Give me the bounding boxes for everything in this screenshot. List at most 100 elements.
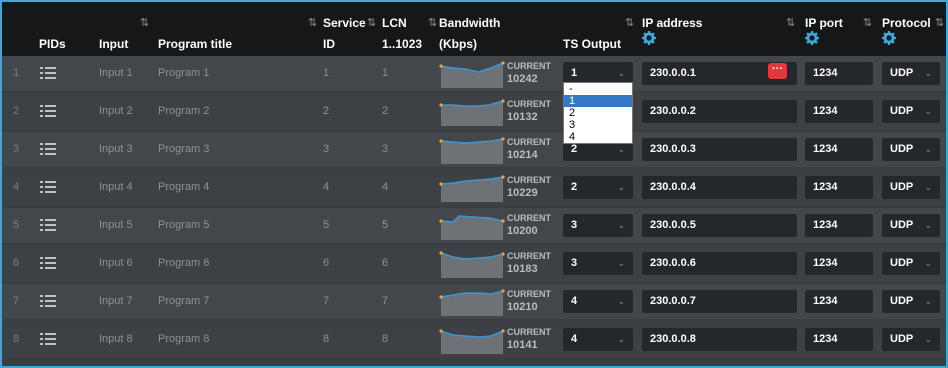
ip-address-value: 230.0.0.1 <box>650 67 696 79</box>
lcn-value[interactable]: 8 <box>382 322 388 357</box>
dropdown-option[interactable]: - <box>564 83 632 95</box>
col-ip-address[interactable]: IP address ⇅ <box>642 2 800 56</box>
ip-port-field[interactable]: 1234 <box>805 214 873 237</box>
ip-port-field[interactable]: 1234 <box>805 176 873 199</box>
ip-port-field[interactable]: 1234 <box>805 100 873 123</box>
ip-address-field[interactable]: 230.0.0.8 <box>642 328 797 351</box>
ts-output-select[interactable]: 2 ⌄ <box>563 176 633 199</box>
gear-icon[interactable] <box>805 31 819 45</box>
col-lcn[interactable]: LCN ⇅ 1..1023 <box>382 2 437 56</box>
ts-output-value: 4 <box>571 333 578 345</box>
list-icon[interactable] <box>40 333 56 345</box>
lcn-value[interactable]: 6 <box>382 246 388 281</box>
program-title[interactable]: Program 4 <box>158 170 209 205</box>
col-service-id[interactable]: Service ⇅ ID <box>323 2 376 56</box>
bandwidth-value: 10141 <box>507 339 538 351</box>
program-title[interactable]: Program 1 <box>158 56 209 91</box>
lcn-value[interactable]: 5 <box>382 208 388 243</box>
col-service-id-label: Service <box>323 16 366 30</box>
table-row: 7 Input 7 Program 7 7 7 CURRENT 10210 4 … <box>2 284 946 319</box>
service-id[interactable]: 5 <box>323 208 329 243</box>
service-id[interactable]: 8 <box>323 322 329 357</box>
col-ip-port[interactable]: IP port ⇅ <box>805 2 873 56</box>
protocol-select[interactable]: UDP ⌄ <box>882 176 940 199</box>
ip-address-field[interactable]: 230.0.0.4 <box>642 176 797 199</box>
service-id[interactable]: 2 <box>323 94 329 129</box>
list-icon[interactable] <box>40 105 56 117</box>
protocol-select[interactable]: UDP ⌄ <box>882 290 940 313</box>
ts-output-select[interactable]: 4 ⌄ <box>563 290 633 313</box>
row-index: 7 <box>13 295 20 307</box>
col-ts-output[interactable]: ⇅ TS Output <box>563 2 635 56</box>
sort-icon[interactable]: ⇅ <box>140 16 149 29</box>
ip-address-field[interactable]: 230.0.0.2 <box>642 100 797 123</box>
sort-icon[interactable]: ⇅ <box>935 16 944 29</box>
sort-icon[interactable]: ⇅ <box>308 16 317 29</box>
program-title[interactable]: Program 3 <box>158 132 209 167</box>
list-icon[interactable] <box>40 143 56 155</box>
ip-port-value: 1234 <box>813 181 838 193</box>
ts-output-select[interactable]: 3 ⌄ <box>563 252 633 275</box>
ip-address-field[interactable]: 230.0.0.3 <box>642 138 797 161</box>
lcn-value[interactable]: 3 <box>382 132 388 167</box>
chevron-down-icon: ⌄ <box>924 296 932 306</box>
chevron-down-icon: ⌄ <box>617 334 625 344</box>
list-icon[interactable] <box>40 257 56 269</box>
gear-icon[interactable] <box>882 31 896 45</box>
ts-output-select[interactable]: 4 ⌄ <box>563 328 633 351</box>
program-title[interactable]: Program 2 <box>158 94 209 129</box>
ts-output-dropdown[interactable]: -1234 <box>563 82 633 144</box>
service-id[interactable]: 3 <box>323 132 329 167</box>
more-icon[interactable]: ··· <box>768 63 787 79</box>
col-protocol-label: Protocol <box>882 16 931 30</box>
chevron-down-icon: ⌄ <box>617 258 625 268</box>
col-input[interactable]: ⇅ Input <box>99 2 152 56</box>
sort-icon[interactable]: ⇅ <box>863 16 872 29</box>
service-id[interactable]: 1 <box>323 56 329 91</box>
ts-output-select[interactable]: 3 ⌄ <box>563 214 633 237</box>
col-program-title[interactable]: ⇅ Program title <box>158 2 318 56</box>
ip-port-field[interactable]: 1234 <box>805 328 873 351</box>
ip-address-field[interactable]: 230.0.0.7 <box>642 290 797 313</box>
bandwidth-sparkline <box>439 251 505 278</box>
lcn-value[interactable]: 7 <box>382 284 388 319</box>
lcn-value[interactable]: 1 <box>382 56 388 91</box>
program-title[interactable]: Program 7 <box>158 284 209 319</box>
service-id[interactable]: 6 <box>323 246 329 281</box>
protocol-select[interactable]: UDP ⌄ <box>882 100 940 123</box>
sort-icon[interactable]: ⇅ <box>786 16 795 29</box>
col-lcn-label: LCN <box>382 16 407 30</box>
program-title[interactable]: Program 8 <box>158 322 209 357</box>
ip-address-field[interactable]: 230.0.0.6 <box>642 252 797 275</box>
list-icon[interactable] <box>40 67 56 79</box>
gear-icon[interactable] <box>642 31 656 45</box>
protocol-select[interactable]: UDP ⌄ <box>882 252 940 275</box>
list-icon[interactable] <box>40 181 56 193</box>
ip-port-field[interactable]: 1234 <box>805 252 873 275</box>
program-title[interactable]: Program 6 <box>158 246 209 281</box>
col-protocol[interactable]: Protocol ⇅ <box>882 2 944 56</box>
sort-icon[interactable]: ⇅ <box>428 16 437 29</box>
protocol-select[interactable]: UDP ⌄ <box>882 328 940 351</box>
sort-icon[interactable]: ⇅ <box>625 16 634 29</box>
program-title[interactable]: Program 5 <box>158 208 209 243</box>
lcn-value[interactable]: 4 <box>382 170 388 205</box>
service-id[interactable]: 7 <box>323 284 329 319</box>
dropdown-option[interactable]: 1 <box>564 95 632 107</box>
service-id[interactable]: 4 <box>323 170 329 205</box>
dropdown-option[interactable]: 4 <box>564 131 632 143</box>
lcn-value[interactable]: 2 <box>382 94 388 129</box>
protocol-select[interactable]: UDP ⌄ <box>882 138 940 161</box>
ip-port-field[interactable]: 1234 <box>805 290 873 313</box>
dropdown-option[interactable]: 3 <box>564 119 632 131</box>
protocol-select[interactable]: UDP ⌄ <box>882 214 940 237</box>
list-icon[interactable] <box>40 295 56 307</box>
ip-port-field[interactable]: 1234 <box>805 138 873 161</box>
sort-icon[interactable]: ⇅ <box>367 16 376 29</box>
ip-port-field[interactable]: 1234 <box>805 62 873 85</box>
dropdown-option[interactable]: 2 <box>564 107 632 119</box>
ip-address-field[interactable]: 230.0.0.5 <box>642 214 797 237</box>
row-index: 3 <box>13 143 20 155</box>
list-icon[interactable] <box>40 219 56 231</box>
protocol-select[interactable]: UDP ⌄ <box>882 62 940 85</box>
